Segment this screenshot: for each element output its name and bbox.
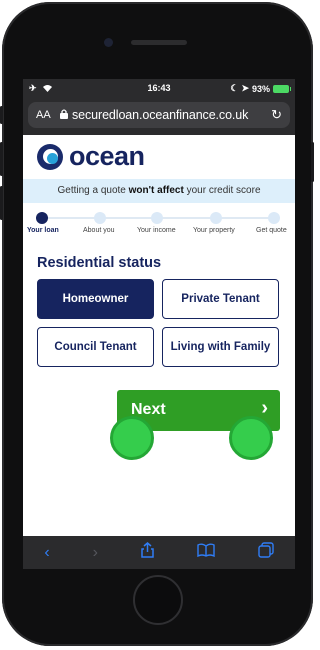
page-url: securedloan.oceanfinance.co.uk [72, 108, 249, 122]
mute-switch [0, 106, 3, 124]
ocean-wave-logo-icon [37, 143, 63, 170]
private-tenant-option[interactable]: Private Tenant [162, 279, 279, 319]
step-label-your-income: Your income [137, 227, 176, 234]
ocean-logo: ocean [37, 141, 145, 172]
homeowner-option[interactable]: Homeowner [37, 279, 154, 319]
step-label-get-quote: Get quote [256, 227, 287, 234]
brand-name: ocean [69, 141, 145, 171]
forward-icon[interactable]: › [93, 544, 98, 562]
status-bar: ✈ 16:43 ☾ ➤ 93% [23, 79, 295, 99]
step-dot-get-quote [268, 212, 280, 224]
location-icon: ➤ [241, 83, 249, 93]
banner-text-emphasis: won't affect [128, 185, 184, 196]
banner-text-suffix: your credit score [183, 185, 261, 196]
phone-screen: ✈ 16:43 ☾ ➤ 93% AA securedloan.oceanfina… [23, 79, 295, 569]
battery-percent: 93% [251, 83, 270, 94]
step-dot-your-income [151, 212, 163, 224]
home-button[interactable] [133, 575, 183, 625]
lock-icon [60, 109, 68, 121]
browser-address-bar: AA securedloan.oceanfinance.co.uk ↻ [23, 99, 295, 135]
step-label-your-property: Your property [193, 227, 235, 234]
credit-score-banner: Getting a quote won't affect your credit… [23, 179, 295, 203]
step-progress: Your loan About you Your income Your pro… [23, 207, 295, 237]
step-dot-your-property [210, 212, 222, 224]
share-icon[interactable] [141, 542, 154, 563]
text-size-button[interactable]: AA [36, 109, 56, 121]
reload-icon[interactable]: ↻ [271, 107, 282, 123]
step-dot-your-loan [36, 212, 48, 224]
step-label-about-you: About you [83, 227, 115, 234]
url-field[interactable]: AA securedloan.oceanfinance.co.uk ↻ [28, 102, 290, 128]
volume-up-button [0, 142, 3, 176]
battery-icon [273, 84, 291, 93]
moon-icon: ☾ [230, 83, 239, 93]
living-with-family-option[interactable]: Living with Family [162, 327, 279, 367]
tabs-icon[interactable] [257, 542, 274, 563]
bookmarks-icon[interactable] [196, 543, 215, 562]
council-tenant-option[interactable]: Council Tenant [37, 327, 154, 367]
banner-text-prefix: Getting a quote [57, 185, 129, 196]
chevron-right-icon: › [261, 397, 268, 419]
back-icon[interactable]: ‹ [44, 544, 49, 562]
touch-indicator-left [110, 416, 154, 460]
step-label-your-loan: Your loan [27, 227, 59, 234]
step-dot-about-you [94, 212, 106, 224]
touch-indicator-right [229, 416, 273, 460]
section-title: Residential status [37, 255, 162, 271]
browser-toolbar: ‹ › [23, 536, 295, 569]
volume-down-button [0, 186, 3, 220]
earpiece-speaker [131, 40, 187, 45]
power-button [311, 142, 314, 182]
front-camera [104, 38, 113, 47]
